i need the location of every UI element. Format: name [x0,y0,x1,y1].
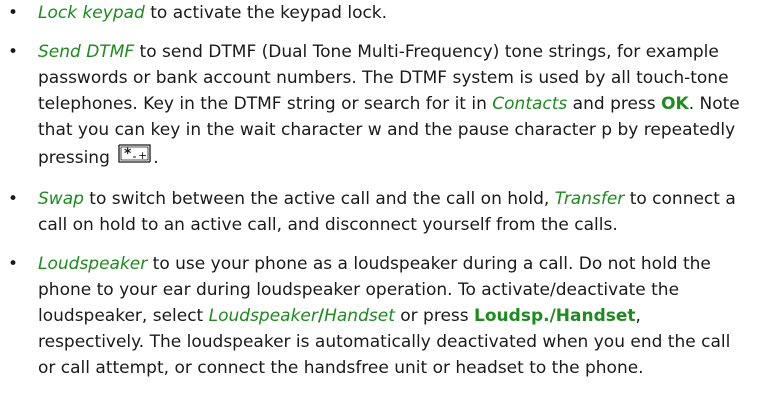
list-item-lock-keypad: • Lock keypad to activate the keypad loc… [0,0,750,26]
bullet-icon: • [8,3,19,23]
term-loudspeaker: Loudspeaker [38,254,148,274]
option-list: • Lock keypad to activate the keypad loc… [0,0,750,381]
item-text: . [153,148,159,168]
item-text: and press [567,94,662,114]
item-text: or press [394,306,475,326]
svg-text:+: + [138,149,147,162]
list-item-send-dtmf: • Send DTMF to send DTMF (Dual Tone Mult… [0,39,750,173]
star-plus-key-icon: * + [117,143,153,173]
key-handset: Handset [555,306,636,326]
term-lock-keypad: Lock keypad [38,3,145,23]
term-swap: Swap [38,189,84,209]
item-text: to switch between the active call and th… [83,189,555,209]
term-contacts: Contacts [492,94,568,114]
term-send-dtmf: Send DTMF [38,42,135,62]
term-handset-option: Handset [324,306,395,326]
key-loudsp: Loudsp. [474,306,550,326]
svg-text:*: * [124,146,132,162]
list-item-loudspeaker: • Loudspeaker to use your phone as a lou… [0,251,750,381]
bullet-icon: • [8,42,19,62]
bullet-icon: • [8,254,19,274]
bullet-icon: • [8,189,19,209]
manual-page: • Lock keypad to activate the keypad loc… [0,0,760,405]
list-item-swap: • Swap to switch between the active call… [0,186,750,238]
term-loudspeaker-option: Loudspeaker [208,306,318,326]
item-text: to activate the keypad lock. [144,3,388,23]
term-transfer: Transfer [554,189,625,209]
key-ok: OK [661,94,689,114]
